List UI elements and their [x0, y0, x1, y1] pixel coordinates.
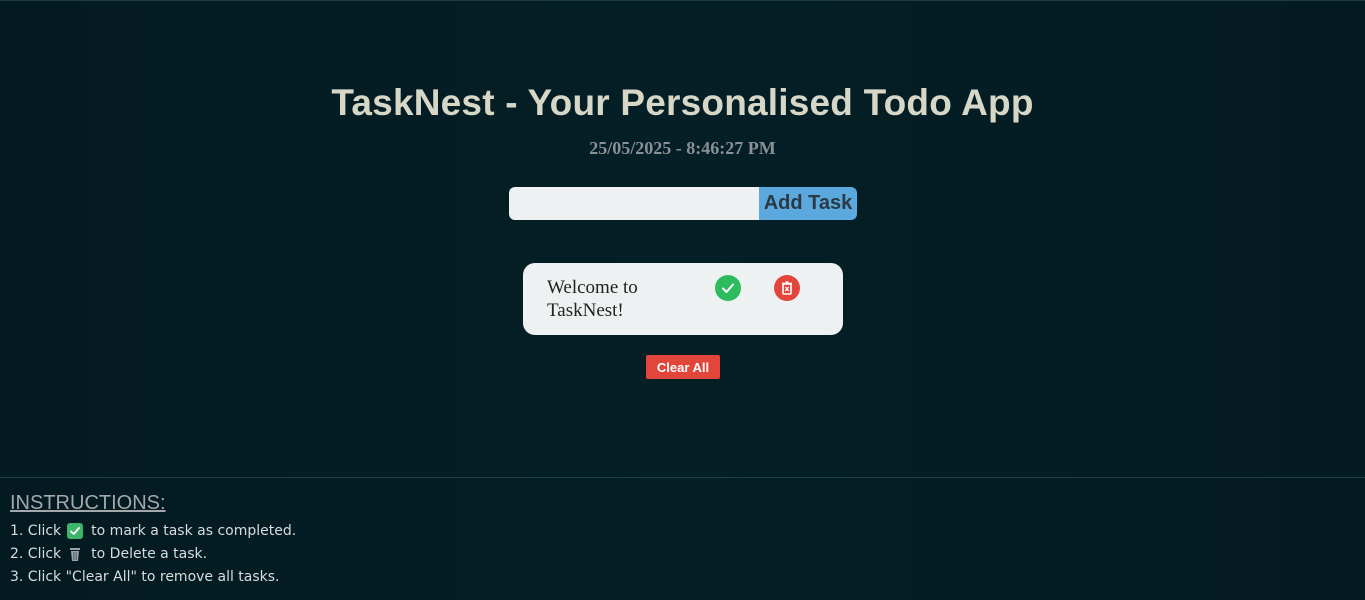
task-item: Welcome to TaskNest! — [523, 263, 843, 335]
instruction-step-3: 3. Click "Clear All" to remove all tasks… — [10, 569, 280, 585]
instruction-step-2: 2. Click to Delete a task. — [10, 546, 207, 562]
instruction-1-prefix: 1. Click — [10, 523, 62, 539]
page-title: TaskNest - Your Personalised Todo App — [331, 82, 1034, 123]
task-text: Welcome to TaskNest! — [547, 277, 638, 321]
check-icon — [722, 283, 734, 293]
complete-task-button[interactable] — [715, 275, 741, 301]
trash-icon — [782, 281, 792, 295]
current-datetime: 25/05/2025 - 8:46:27 PM — [589, 138, 776, 158]
instruction-2-prefix: 2. Click — [10, 546, 62, 562]
instruction-2-suffix: to Delete a task. — [91, 546, 208, 562]
instruction-1-suffix: to mark a task as completed. — [91, 523, 297, 539]
clear-all-button[interactable]: Clear All — [646, 355, 720, 379]
add-task-button[interactable]: Add Task — [759, 187, 857, 220]
delete-task-button[interactable] — [774, 275, 800, 301]
wastebasket-icon — [67, 546, 83, 562]
instruction-step-1: 1. Click to mark a task as completed. — [10, 523, 296, 539]
task-input-row: Add Task — [509, 187, 857, 220]
checkmark-icon — [67, 523, 84, 539]
instructions-title: INSTRUCTIONS: — [10, 492, 166, 514]
footer-divider — [0, 477, 1365, 478]
top-border — [0, 0, 1365, 1]
task-input[interactable] — [509, 187, 759, 220]
